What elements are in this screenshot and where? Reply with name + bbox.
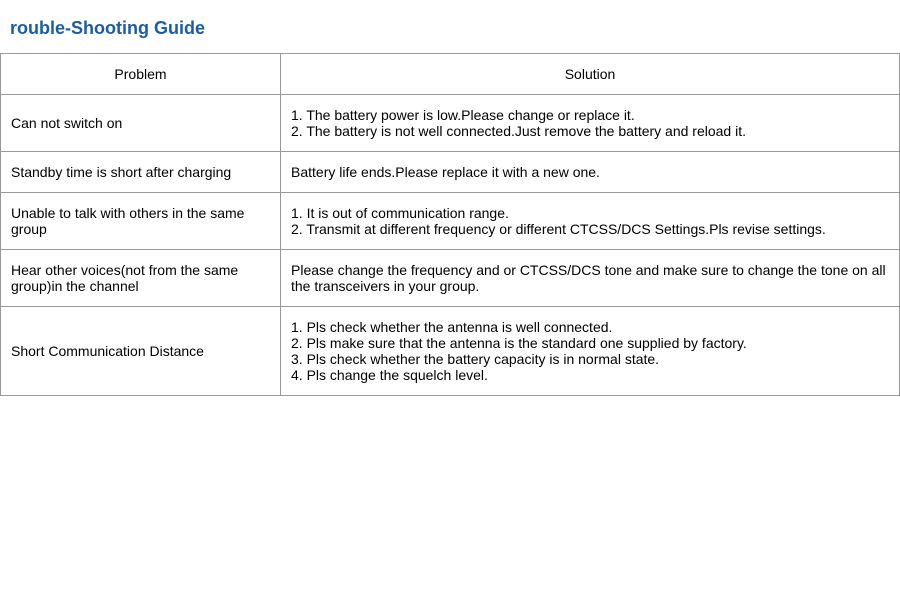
- page-title: rouble-Shooting Guide: [0, 10, 900, 49]
- solution-cell: 1. Pls check whether the antenna is well…: [281, 307, 900, 396]
- solution-line: 1. The battery power is low.Please chang…: [291, 107, 635, 123]
- solution-line: 2. The battery is not well connected.Jus…: [291, 123, 746, 139]
- solution-cell: 1. It is out of communication range.2. T…: [281, 193, 900, 250]
- solution-line: Please change the frequency and or CTCSS…: [291, 262, 886, 294]
- table-row: Hear other voices(not from the same grou…: [1, 250, 900, 307]
- table-row: Short Communication Distance 1. Pls check…: [1, 307, 900, 396]
- trouble-shooting-table: Problem Solution Can not switch on 1. The…: [0, 53, 900, 396]
- table-row: Can not switch on 1. The battery power is…: [1, 95, 900, 152]
- header-solution: Solution: [281, 54, 900, 95]
- problem-cell: Unable to talk with others in the same g…: [1, 193, 281, 250]
- solution-line: 1. It is out of communication range.: [291, 205, 509, 221]
- solution-line: 2. Transmit at different frequency or di…: [291, 221, 826, 237]
- solution-cell: 1. The battery power is low.Please chang…: [281, 95, 900, 152]
- solution-cell: Battery life ends.Please replace it with…: [281, 152, 900, 193]
- solution-cell: Please change the frequency and or CTCSS…: [281, 250, 900, 307]
- problem-cell: Standby time is short after charging: [1, 152, 281, 193]
- solution-line: 2. Pls make sure that the antenna is the…: [291, 335, 747, 351]
- solution-line: 1. Pls check whether the antenna is well…: [291, 319, 612, 335]
- problem-cell: Hear other voices(not from the same grou…: [1, 250, 281, 307]
- solution-line: Battery life ends.Please replace it with…: [291, 164, 600, 180]
- solution-line: 4. Pls change the squelch level.: [291, 367, 488, 383]
- table-row: Standby time is short after charging Batt…: [1, 152, 900, 193]
- problem-cell: Can not switch on: [1, 95, 281, 152]
- page-container: rouble-Shooting Guide Problem Solution C…: [0, 0, 900, 591]
- header-problem: Problem: [1, 54, 281, 95]
- solution-line: 3. Pls check whether the battery capacit…: [291, 351, 659, 367]
- problem-cell: Short Communication Distance: [1, 307, 281, 396]
- table-row: Unable to talk with others in the same g…: [1, 193, 900, 250]
